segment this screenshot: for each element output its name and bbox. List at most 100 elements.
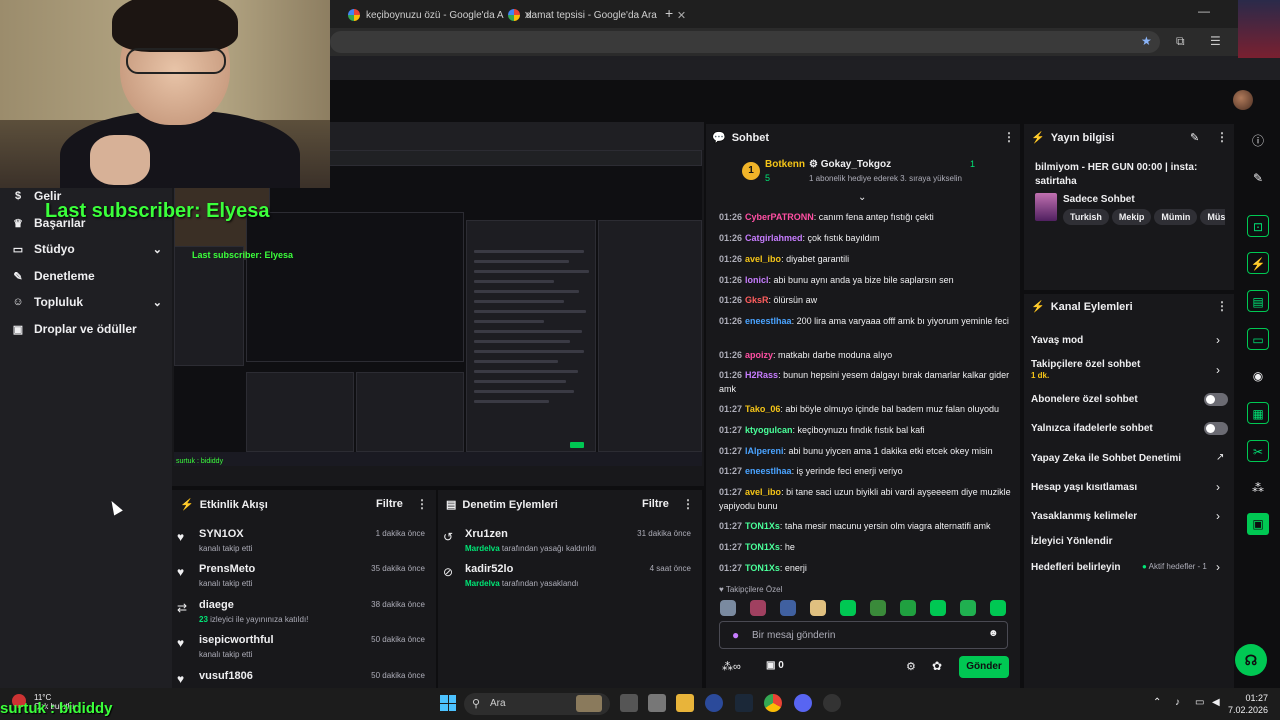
followers-only-action[interactable]: Takipçilere özel sohbet xyxy=(1031,359,1140,370)
discord-icon[interactable] xyxy=(794,694,812,712)
stream-preview-video[interactable]: Last subscriber: Elyesa surtuk : bididdy xyxy=(174,150,702,466)
microphone-icon[interactable]: ● xyxy=(732,628,739,642)
tag[interactable]: Turkish xyxy=(1063,209,1109,225)
address-bar[interactable] xyxy=(330,31,1160,53)
account-age-action[interactable]: Hesap yaşı kısıtlaması xyxy=(1031,482,1137,493)
infinity-icon[interactable]: ⁂∞ xyxy=(722,660,741,673)
broadcast-icon[interactable]: ◉ xyxy=(1247,365,1269,387)
chevron-right-icon[interactable]: › xyxy=(1216,509,1220,523)
chat-bubble-icon[interactable]: ▭ xyxy=(1247,328,1269,350)
chevron-right-icon[interactable]: › xyxy=(1216,363,1220,377)
chevron-right-icon[interactable]: › xyxy=(1216,333,1220,347)
gear-icon[interactable]: ⚙ xyxy=(906,660,916,673)
leaderboard-first-name[interactable]: Botkenn xyxy=(765,159,805,170)
emote-only-toggle[interactable] xyxy=(1204,422,1228,435)
chat-message: 01:26 avel_ibo: diyabet garantili xyxy=(719,254,850,264)
app-icon[interactable] xyxy=(705,694,723,712)
mini-line xyxy=(474,300,564,303)
document-icon[interactable]: ▤ xyxy=(1247,290,1269,312)
windows-start-icon[interactable] xyxy=(440,695,456,711)
emote-picker-icon[interactable]: ✿ xyxy=(932,659,942,673)
clip-icon[interactable]: ⊡ xyxy=(1247,215,1269,237)
moderation-filter-button[interactable]: Filtre xyxy=(642,498,669,510)
nav-item-denetleme[interactable]: ✎ Denetleme xyxy=(12,269,162,283)
task-view-icon[interactable] xyxy=(620,694,638,712)
channel-points[interactable]: ▣ 0 xyxy=(766,660,784,671)
nav-item-droplar[interactable]: ▣ Droplar ve ödüller xyxy=(12,322,162,336)
sub-only-toggle[interactable] xyxy=(1204,393,1228,406)
goals-action[interactable]: Hedefleri belirleyin xyxy=(1031,562,1120,573)
activity-filter-button[interactable]: Filtre xyxy=(376,498,403,510)
emote[interactable] xyxy=(810,600,826,616)
people-icon[interactable]: ⁂ xyxy=(1247,477,1269,499)
widgets-icon[interactable] xyxy=(648,694,666,712)
microphone-icon[interactable]: ♪ xyxy=(1175,697,1180,708)
tag[interactable]: Müs xyxy=(1200,209,1225,225)
close-icon[interactable]: ✕ xyxy=(677,9,686,22)
nav-item-studyo[interactable]: ▭ Stüdyo ⌄ xyxy=(12,242,162,256)
send-button[interactable]: Gönder xyxy=(959,656,1009,678)
more-options-icon[interactable]: ⋮ xyxy=(1003,130,1015,144)
more-options-icon[interactable]: ⋮ xyxy=(416,497,428,511)
category-boxart[interactable] xyxy=(1035,193,1057,221)
media-icon[interactable]: ☰ xyxy=(1210,34,1221,48)
extensions-icon[interactable]: ⧉ xyxy=(1176,34,1185,49)
chevron-down-icon[interactable]: ⌄ xyxy=(858,192,866,203)
chevron-right-icon[interactable]: › xyxy=(1216,560,1220,574)
emote[interactable] xyxy=(720,600,736,616)
wrench-icon: ✎ xyxy=(13,270,23,283)
mini-line xyxy=(474,350,584,353)
slow-mode-action[interactable]: Yavaş mod xyxy=(1031,335,1083,346)
emote[interactable] xyxy=(930,600,946,616)
more-options-icon[interactable]: ⋮ xyxy=(682,497,694,511)
wrench-icon[interactable]: ✂ xyxy=(1247,440,1269,462)
tag[interactable]: Mekip xyxy=(1111,209,1152,225)
emote[interactable] xyxy=(750,600,766,616)
banned-words-action[interactable]: Yasaklanmış kelimeler xyxy=(1031,511,1137,522)
more-options-icon[interactable]: ⋮ xyxy=(1216,130,1228,144)
nav-item-topluluk[interactable]: ☺ Topluluk ⌄ xyxy=(12,295,162,309)
chevron-right-icon[interactable]: › xyxy=(1216,480,1220,494)
emote[interactable] xyxy=(870,600,886,616)
minimize-icon[interactable]: — xyxy=(1198,4,1210,18)
category-name[interactable]: Sadece Sohbet xyxy=(1063,194,1135,205)
chat-input[interactable]: ● Bir mesaj gönderin ☻ xyxy=(719,621,1008,649)
taskbar-search[interactable]: ⚲ Ara xyxy=(464,693,610,715)
bookmark-star-icon[interactable]: ★ xyxy=(1141,34,1152,48)
chat-message: 01:26 eneestlhaa: 200 lira ama varyaaa of… xyxy=(719,316,1009,326)
chat-message: 01:27 Tako_06: abi böyle olmuyo içinde ba… xyxy=(719,404,1000,414)
edit-icon[interactable]: ✎ xyxy=(1190,131,1199,144)
emote[interactable] xyxy=(900,600,916,616)
status-dot-icon: ● xyxy=(1142,562,1149,571)
emote[interactable] xyxy=(990,600,1006,616)
info-icon[interactable]: ⓘ xyxy=(1247,130,1269,152)
emote[interactable] xyxy=(840,600,856,616)
chevron-down-icon: ⌄ xyxy=(152,243,162,256)
obs-icon[interactable] xyxy=(823,694,841,712)
layout-icon[interactable]: ▦ xyxy=(1247,402,1269,424)
ai-moderation-action[interactable]: Yapay Zeka ile Sohbet Denetimi xyxy=(1031,453,1181,464)
headset-icon[interactable]: ☊ xyxy=(1235,644,1267,676)
new-tab-button[interactable]: + xyxy=(665,5,673,21)
avatar[interactable] xyxy=(1233,90,1253,110)
chrome-icon[interactable] xyxy=(764,694,782,712)
external-link-icon[interactable]: ↗ xyxy=(1216,452,1224,463)
extension-icon[interactable]: ▣ xyxy=(1247,513,1269,535)
tag[interactable]: Mümin xyxy=(1154,209,1198,225)
pencil-icon[interactable]: ✎ xyxy=(1247,167,1269,189)
emoji-icon[interactable]: ☻ xyxy=(988,628,999,639)
emote[interactable] xyxy=(780,600,796,616)
leaderboard-second[interactable]: ⚙ Gokay_Tokgoz xyxy=(809,159,891,170)
file-explorer-icon[interactable] xyxy=(676,694,694,712)
emote[interactable] xyxy=(960,600,976,616)
volume-icon[interactable]: ◀ xyxy=(1212,697,1220,708)
network-icon[interactable]: ▭ xyxy=(1195,697,1204,708)
taskbar-clock[interactable]: 01:27 7.02.2026 xyxy=(1228,692,1268,716)
raid-action[interactable]: İzleyici Yönlendir xyxy=(1031,536,1113,547)
steam-icon[interactable] xyxy=(735,694,753,712)
tray-chevron-icon[interactable]: ⌃ xyxy=(1153,697,1161,708)
mini-line xyxy=(474,360,558,363)
lightning-icon[interactable]: ⚡ xyxy=(1247,252,1269,274)
more-options-icon[interactable]: ⋮ xyxy=(1216,299,1228,313)
channel-actions-title: ⚡ Kanal Eylemleri xyxy=(1031,300,1133,314)
